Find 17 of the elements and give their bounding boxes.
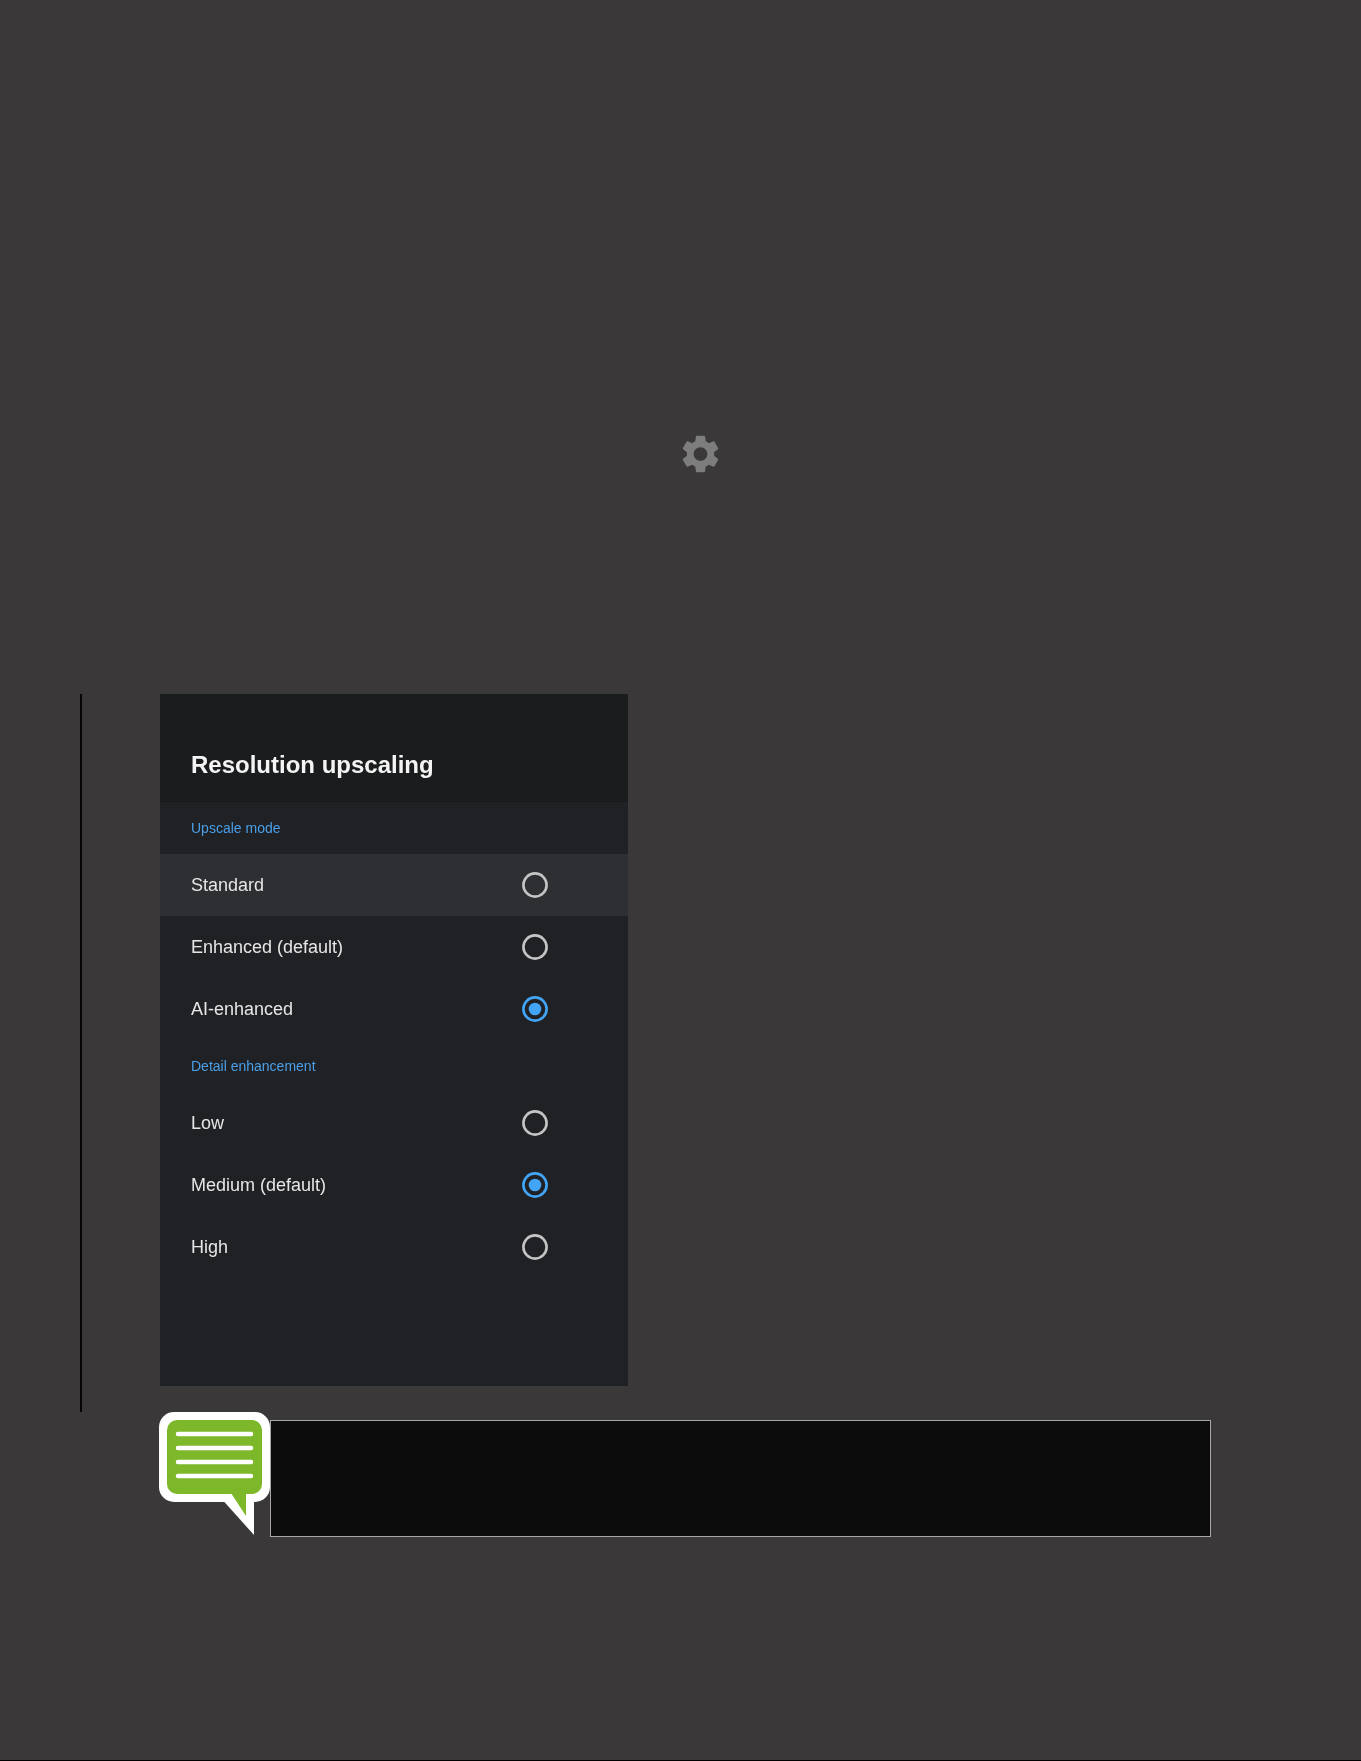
- radio-button[interactable]: [522, 996, 548, 1022]
- radio-button[interactable]: [522, 934, 548, 960]
- option-row[interactable]: AI-enhanced: [160, 978, 628, 1040]
- option-row[interactable]: Low: [160, 1092, 628, 1154]
- option-row[interactable]: High: [160, 1216, 628, 1278]
- option-row[interactable]: Standard: [160, 854, 628, 916]
- radio-button[interactable]: [522, 1234, 548, 1260]
- settings-icon[interactable]: [682, 435, 719, 473]
- radio-button[interactable]: [522, 1172, 548, 1198]
- radio-button[interactable]: [522, 872, 548, 898]
- panel-title: Resolution upscaling: [191, 751, 434, 779]
- option-row[interactable]: Medium (default): [160, 1154, 628, 1216]
- option-row[interactable]: Enhanced (default): [160, 916, 628, 978]
- section-heading: Upscale mode: [191, 819, 281, 837]
- radio-button[interactable]: [522, 1110, 548, 1136]
- section-heading: Detail enhancement: [191, 1057, 316, 1075]
- speech-bubble-icon: [159, 1412, 270, 1535]
